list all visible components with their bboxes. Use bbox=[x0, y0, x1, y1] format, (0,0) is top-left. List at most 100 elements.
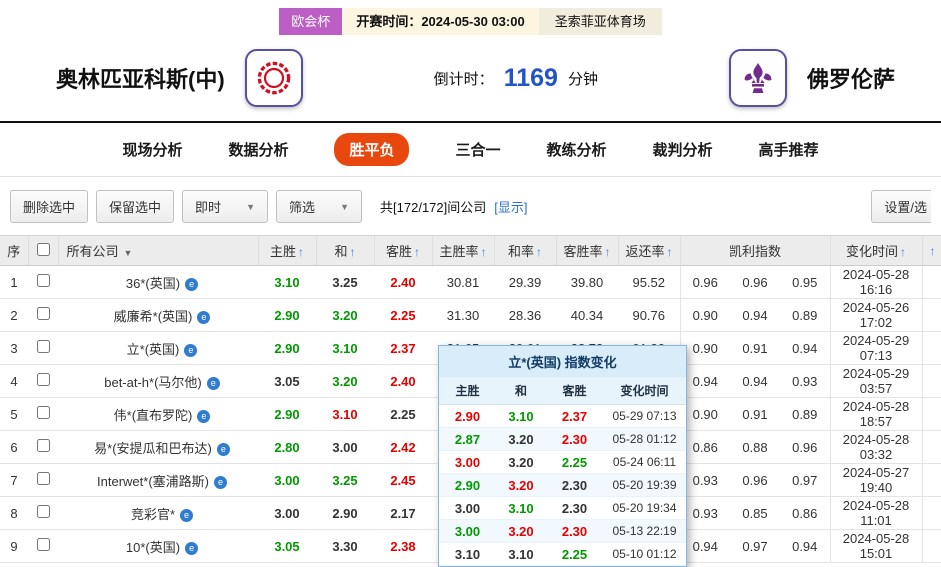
company-detail-icon[interactable]: e bbox=[197, 409, 211, 423]
tab-现场分析[interactable]: 现场分析 bbox=[122, 139, 182, 160]
tab-教练分析[interactable]: 教练分析 bbox=[547, 139, 607, 160]
row-checkbox[interactable] bbox=[36, 439, 50, 452]
draw-odds[interactable]: 3.25 bbox=[316, 265, 374, 299]
kelly-index-3: 0.89 bbox=[780, 298, 831, 332]
home-odds[interactable]: 3.00 bbox=[258, 496, 316, 530]
away-odds[interactable]: 2.45 bbox=[374, 463, 432, 497]
away-odds[interactable]: 2.40 bbox=[374, 364, 432, 398]
company-detail-icon[interactable]: e bbox=[180, 508, 194, 522]
select-all-checkbox[interactable] bbox=[36, 242, 50, 256]
kickoff-label: 开赛时间： bbox=[356, 14, 422, 29]
company-detail-icon[interactable]: e bbox=[213, 475, 227, 489]
tab-裁判分析[interactable]: 裁判分析 bbox=[653, 139, 713, 160]
popup-table: 主胜 和 客胜 变化时间 2.90 3.10 2.37 05-29 07:13 2.87… bbox=[439, 377, 686, 566]
col-draw-rate[interactable]: 和率 ↑ bbox=[494, 235, 557, 266]
col-return-rate[interactable]: 返还率 ↑ bbox=[618, 235, 681, 266]
row-checkbox-cell bbox=[28, 265, 58, 299]
draw-odds[interactable]: 3.30 bbox=[316, 529, 374, 563]
company-name[interactable]: 36*(英国) bbox=[126, 276, 180, 291]
company-detail-icon[interactable]: e bbox=[197, 310, 211, 324]
row-checkbox[interactable] bbox=[36, 373, 50, 386]
home-odds[interactable]: 3.05 bbox=[258, 529, 316, 563]
tab-胜平负[interactable]: 胜平负 bbox=[334, 133, 410, 166]
draw-odds[interactable]: 3.25 bbox=[316, 463, 374, 497]
draw-odds[interactable]: 3.20 bbox=[316, 298, 374, 332]
away-odds[interactable]: 2.38 bbox=[374, 529, 432, 563]
col-kelly: 凯利指数 bbox=[680, 235, 831, 266]
home-odds[interactable]: 3.00 bbox=[258, 463, 316, 497]
company-name[interactable]: 10*(英国) bbox=[126, 540, 180, 555]
history-row: 2.90 3.10 2.37 05-29 07:13 bbox=[439, 404, 686, 428]
history-home-odds: 3.00 bbox=[439, 519, 496, 543]
history-row: 3.00 3.10 2.30 05-20 19:34 bbox=[439, 496, 686, 520]
row-checkbox[interactable] bbox=[36, 307, 50, 320]
col-away-rate-label: 客胜率 bbox=[563, 244, 603, 259]
countdown: 倒计时： 1169 分钟 bbox=[303, 64, 729, 93]
home-rate: 31.30 bbox=[432, 298, 494, 332]
col-change-time[interactable]: 变化时间 ↑ bbox=[830, 235, 923, 266]
draw-odds[interactable]: 3.20 bbox=[316, 364, 374, 398]
row-checkbox[interactable] bbox=[36, 340, 50, 353]
row-checkbox[interactable] bbox=[36, 274, 50, 287]
company-detail-icon[interactable]: e bbox=[185, 277, 199, 291]
company-cell: 立*(英国) e bbox=[58, 331, 258, 365]
company-name[interactable]: Interwet*(塞浦路斯) bbox=[97, 474, 209, 489]
tab-数据分析[interactable]: 数据分析 bbox=[228, 139, 288, 160]
company-name[interactable]: bet-at-h*(马尔他) bbox=[104, 375, 202, 390]
show-link[interactable]: [显示] bbox=[494, 197, 527, 216]
away-odds[interactable]: 2.17 bbox=[374, 496, 432, 530]
col-home-rate[interactable]: 主胜率 ↑ bbox=[432, 235, 495, 266]
home-odds[interactable]: 2.90 bbox=[258, 331, 316, 365]
kelly-index-1: 0.90 bbox=[680, 331, 730, 365]
company-detail-icon[interactable]: e bbox=[216, 442, 230, 456]
settings-button[interactable]: 设置/选 bbox=[871, 190, 931, 223]
history-home-odds: 2.87 bbox=[439, 427, 496, 451]
instant-dropdown-label: 即时 bbox=[195, 200, 222, 215]
filter-dropdown[interactable]: 筛选 ▼ bbox=[276, 190, 363, 223]
instant-dropdown[interactable]: 即时 ▼ bbox=[182, 190, 269, 223]
tab-高手推荐[interactable]: 高手推荐 bbox=[759, 139, 819, 160]
away-odds[interactable]: 2.37 bbox=[374, 331, 432, 365]
home-odds[interactable]: 3.05 bbox=[258, 364, 316, 398]
row-checkbox[interactable] bbox=[36, 505, 50, 518]
home-odds[interactable]: 2.80 bbox=[258, 430, 316, 464]
home-odds[interactable]: 2.90 bbox=[258, 298, 316, 332]
draw-odds[interactable]: 3.10 bbox=[316, 331, 374, 365]
company-detail-icon[interactable]: e bbox=[185, 541, 199, 555]
popup-title: 立*(英国) 指数变化 bbox=[439, 346, 686, 377]
home-odds[interactable]: 2.90 bbox=[258, 397, 316, 431]
change-time: 2024-05-29 07:13 bbox=[830, 331, 923, 365]
history-draw-odds: 3.20 bbox=[496, 450, 546, 474]
col-away-rate[interactable]: 客胜率 ↑ bbox=[556, 235, 619, 266]
away-odds[interactable]: 2.25 bbox=[374, 397, 432, 431]
row-checkbox[interactable] bbox=[36, 538, 50, 551]
away-odds[interactable]: 2.25 bbox=[374, 298, 432, 332]
col-company[interactable]: 所有公司 ▼ bbox=[58, 235, 259, 266]
company-name[interactable]: 竞彩官* bbox=[131, 507, 175, 522]
tab-三合一[interactable]: 三合一 bbox=[455, 139, 500, 160]
away-odds[interactable]: 2.40 bbox=[374, 265, 432, 299]
row-checkbox[interactable] bbox=[36, 472, 50, 485]
home-odds[interactable]: 3.10 bbox=[258, 265, 316, 299]
sort-up-icon: ↑ bbox=[929, 244, 936, 258]
company-detail-icon[interactable]: e bbox=[184, 343, 198, 357]
row-checkbox-cell bbox=[28, 364, 58, 398]
company-name[interactable]: 伟*(直布罗陀) bbox=[114, 408, 193, 423]
col-edge[interactable]: ↑ bbox=[922, 235, 941, 266]
col-home-odds[interactable]: 主胜 ↑ bbox=[258, 235, 317, 266]
company-name[interactable]: 易*(安提瓜和巴布达) bbox=[94, 441, 212, 456]
col-draw-odds[interactable]: 和 ↑ bbox=[316, 235, 375, 266]
draw-odds[interactable]: 2.90 bbox=[316, 496, 374, 530]
row-index: 1 bbox=[0, 265, 28, 299]
col-away-odds[interactable]: 客胜 ↑ bbox=[374, 235, 433, 266]
company-detail-icon[interactable]: e bbox=[206, 376, 220, 390]
row-checkbox[interactable] bbox=[36, 406, 50, 419]
company-cell: Interwet*(塞浦路斯) e bbox=[58, 463, 258, 497]
keep-selected-button[interactable]: 保留选中 bbox=[96, 190, 175, 223]
draw-odds[interactable]: 3.00 bbox=[316, 430, 374, 464]
delete-selected-button[interactable]: 删除选中 bbox=[10, 190, 89, 223]
draw-odds[interactable]: 3.10 bbox=[316, 397, 374, 431]
company-name[interactable]: 威廉希*(英国) bbox=[114, 309, 193, 324]
company-name[interactable]: 立*(英国) bbox=[127, 342, 180, 357]
away-odds[interactable]: 2.42 bbox=[374, 430, 432, 464]
